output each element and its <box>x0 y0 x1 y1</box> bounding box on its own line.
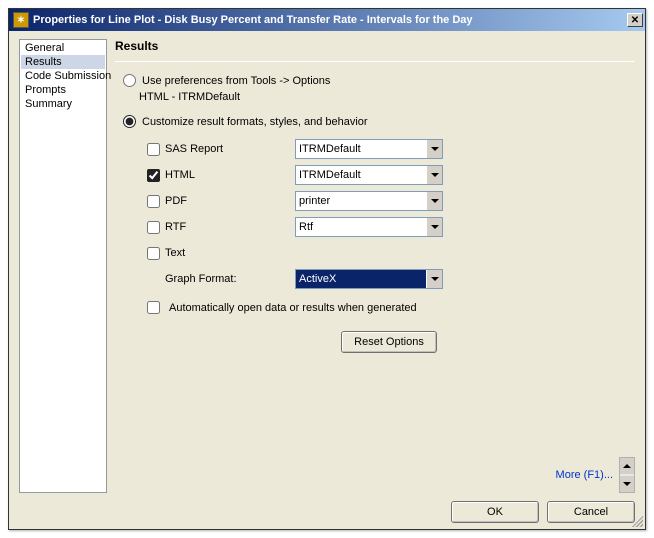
select-pdf-value: printer <box>299 195 426 207</box>
label-html: HTML <box>165 169 295 181</box>
category-sidebar: General Results Code Submission Prompts … <box>19 39 107 493</box>
checkbox-text[interactable] <box>147 247 160 260</box>
label-pdf: PDF <box>165 195 295 207</box>
format-options: SAS Report ITRMDefault HTML <box>143 136 635 292</box>
select-graph-format-value: ActiveX <box>299 273 426 285</box>
scroll-up-icon[interactable] <box>620 458 634 474</box>
resize-grip-icon[interactable] <box>629 513 643 527</box>
radio-use-prefs-input[interactable] <box>123 74 136 87</box>
sidebar-item-results[interactable]: Results <box>21 55 105 69</box>
reset-options-button[interactable]: Reset Options <box>341 331 437 353</box>
scrollbar-vertical[interactable] <box>619 457 635 493</box>
row-sas-report: SAS Report ITRMDefault <box>143 136 635 162</box>
label-graph-format: Graph Format: <box>165 273 295 285</box>
use-prefs-subtext: HTML - ITRMDefault <box>139 91 635 103</box>
properties-dialog: ✶ Properties for Line Plot - Disk Busy P… <box>8 8 646 530</box>
main-panel: Results Use preferences from Tools -> Op… <box>115 39 635 493</box>
checkbox-pdf[interactable] <box>147 195 160 208</box>
more-area: More (F1)... <box>556 457 635 493</box>
sidebar-item-code-submission[interactable]: Code Submission <box>21 69 105 83</box>
select-html[interactable]: ITRMDefault <box>295 165 443 185</box>
titlebar: ✶ Properties for Line Plot - Disk Busy P… <box>9 9 645 31</box>
dialog-button-row: OK Cancel <box>19 493 635 523</box>
chevron-down-icon <box>426 192 442 210</box>
row-pdf: PDF printer <box>143 188 635 214</box>
radio-customize-input[interactable] <box>123 115 136 128</box>
row-html: HTML ITRMDefault <box>143 162 635 188</box>
select-sas-report[interactable]: ITRMDefault <box>295 139 443 159</box>
scroll-down-icon[interactable] <box>620 476 634 492</box>
label-auto-open: Automatically open data or results when … <box>169 302 417 314</box>
checkbox-rtf[interactable] <box>147 221 160 234</box>
close-button[interactable]: ✕ <box>627 13 643 27</box>
radio-customize-label: Customize result formats, styles, and be… <box>142 116 368 128</box>
row-graph-format: Graph Format: ActiveX <box>143 266 635 292</box>
app-icon: ✶ <box>13 12 29 28</box>
select-rtf[interactable]: Rtf <box>295 217 443 237</box>
checkbox-auto-open[interactable] <box>147 301 160 314</box>
radio-use-prefs-label: Use preferences from Tools -> Options <box>142 75 330 87</box>
radio-use-prefs[interactable]: Use preferences from Tools -> Options <box>123 74 635 87</box>
window-title: Properties for Line Plot - Disk Busy Per… <box>33 14 627 26</box>
more-help-link[interactable]: More (F1)... <box>556 469 615 481</box>
label-sas-report: SAS Report <box>165 143 295 155</box>
sidebar-item-general[interactable]: General <box>21 41 105 55</box>
select-rtf-value: Rtf <box>299 221 426 233</box>
row-text: Text <box>143 240 635 266</box>
divider <box>115 61 635 62</box>
sidebar-item-summary[interactable]: Summary <box>21 97 105 111</box>
sidebar-item-prompts[interactable]: Prompts <box>21 83 105 97</box>
chevron-down-icon <box>426 270 442 288</box>
chevron-down-icon <box>426 218 442 236</box>
select-pdf[interactable]: printer <box>295 191 443 211</box>
ok-button[interactable]: OK <box>451 501 539 523</box>
select-graph-format[interactable]: ActiveX <box>295 269 443 289</box>
dialog-body: General Results Code Submission Prompts … <box>9 31 645 529</box>
cancel-button[interactable]: Cancel <box>547 501 635 523</box>
chevron-down-icon <box>426 140 442 158</box>
checkbox-html[interactable] <box>147 169 160 182</box>
select-html-value: ITRMDefault <box>299 169 426 181</box>
chevron-down-icon <box>426 166 442 184</box>
label-rtf: RTF <box>165 221 295 233</box>
select-sas-report-value: ITRMDefault <box>299 143 426 155</box>
row-rtf: RTF Rtf <box>143 214 635 240</box>
checkbox-sas-report[interactable] <box>147 143 160 156</box>
radio-customize[interactable]: Customize result formats, styles, and be… <box>123 115 635 128</box>
label-text: Text <box>165 247 295 259</box>
checkbox-auto-open-row[interactable]: Automatically open data or results when … <box>143 298 635 317</box>
section-title: Results <box>115 39 635 53</box>
